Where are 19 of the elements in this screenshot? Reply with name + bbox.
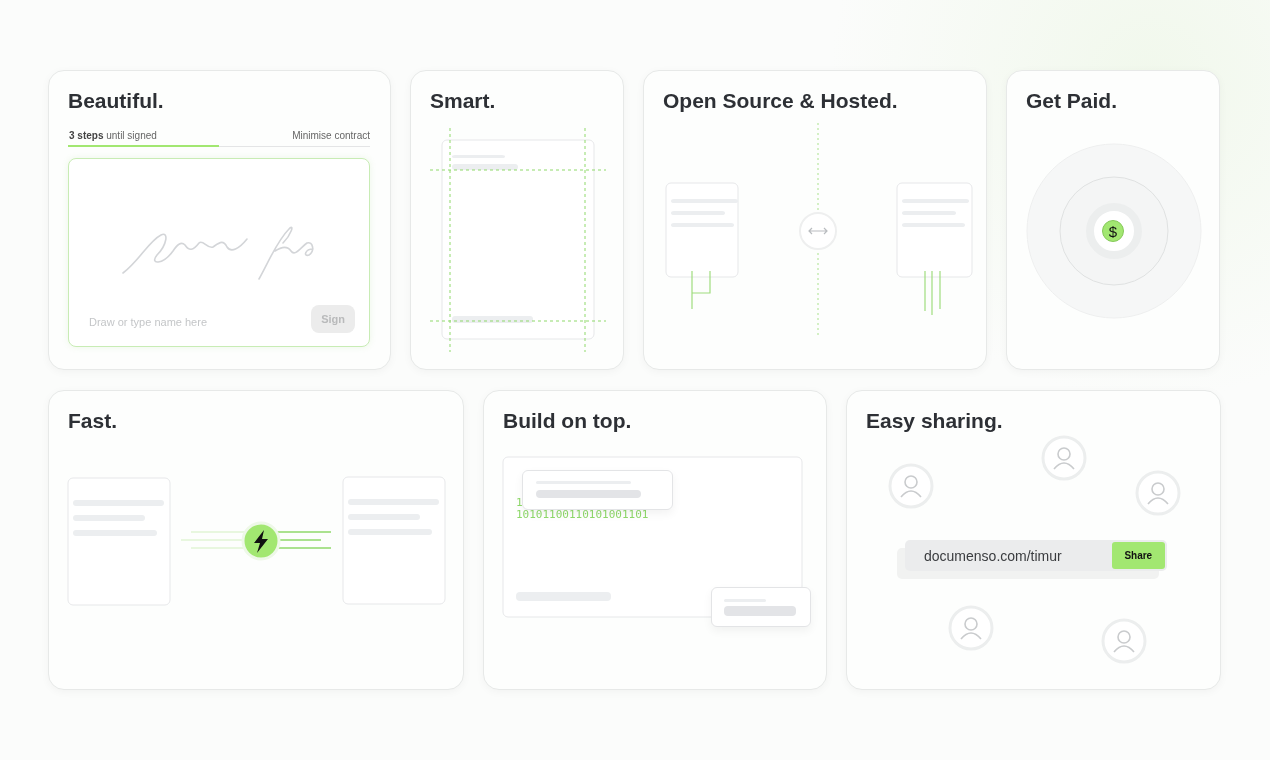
steps-text: 3 steps until signed bbox=[69, 130, 157, 141]
card-title: Beautiful. bbox=[68, 88, 164, 114]
user-avatar-icon bbox=[1135, 470, 1181, 516]
card-title: Open Source & Hosted. bbox=[663, 88, 898, 114]
card-title: Easy sharing. bbox=[866, 408, 1003, 434]
minimise-link[interactable]: Minimise contract bbox=[292, 130, 370, 141]
user-avatar-icon bbox=[1041, 435, 1087, 481]
card-title: Smart. bbox=[430, 88, 496, 114]
code-line: 1 bbox=[516, 497, 524, 509]
user-avatar-icon bbox=[888, 463, 934, 509]
arrows-icon bbox=[799, 212, 837, 250]
card-title: Fast. bbox=[68, 408, 117, 434]
card-title: Get Paid. bbox=[1026, 88, 1118, 114]
user-avatar-icon bbox=[1101, 618, 1147, 664]
user-avatar-icon bbox=[948, 605, 994, 651]
card-title: Build on top. bbox=[503, 408, 632, 434]
code-line: 10101100110101001101 bbox=[516, 509, 649, 521]
text-lines-drawing bbox=[724, 599, 796, 616]
share-button[interactable]: Share bbox=[1111, 542, 1165, 569]
